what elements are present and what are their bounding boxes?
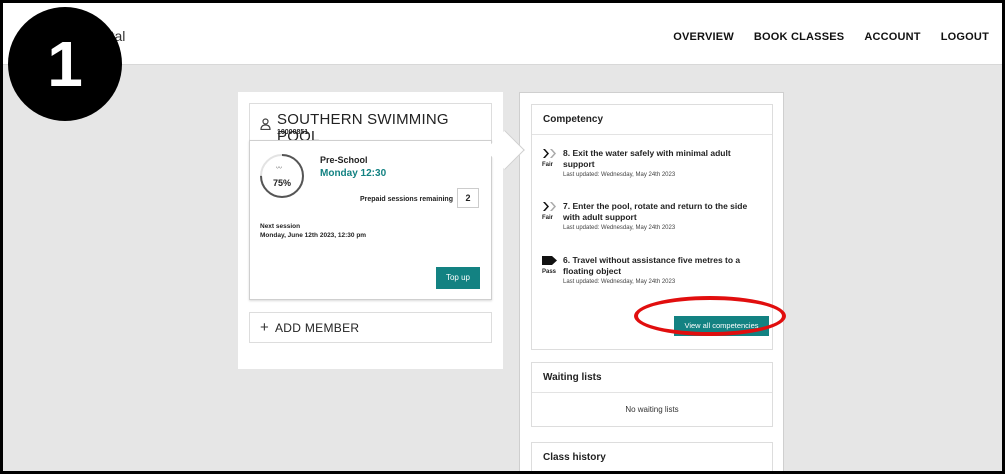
nav-book-classes[interactable]: BOOK CLASSES bbox=[754, 31, 844, 43]
nav-logout[interactable]: LOGOUT bbox=[941, 31, 989, 43]
waiting-lists-empty: No waiting lists bbox=[625, 405, 679, 414]
class-level: Pre-School bbox=[320, 155, 368, 165]
prepaid-sessions-label: Prepaid sessions remaining bbox=[360, 196, 453, 203]
swimmer-icon: 〰 bbox=[276, 166, 283, 172]
screenshot-frame: Leisure Portal OVERVIEW BOOK CLASSES ACC… bbox=[0, 0, 1005, 474]
competency-date: Last updated: Wednesday, May 24th 2023 bbox=[563, 225, 676, 231]
member-header: SOUTHERN SWIMMING POOL 10000851 bbox=[249, 103, 492, 145]
member-panel: SOUTHERN SWIMMING POOL 10000851 〰 75% Pr… bbox=[238, 92, 503, 369]
competency-text: 6. Travel without assistance five metres… bbox=[563, 255, 741, 276]
competency-date: Last updated: Wednesday, May 24th 2023 bbox=[563, 279, 676, 285]
pass-arrow-icon bbox=[542, 256, 557, 265]
progress-ring bbox=[260, 154, 304, 198]
member-id: 10000851 bbox=[277, 129, 309, 136]
nav-account[interactable]: ACCOUNT bbox=[864, 31, 920, 43]
nav-overview[interactable]: OVERVIEW bbox=[673, 31, 734, 43]
waiting-lists-title: Waiting lists bbox=[543, 372, 602, 383]
highlight-annotation bbox=[634, 296, 786, 336]
person-icon bbox=[260, 118, 271, 130]
class-history-title: Class history bbox=[543, 452, 606, 463]
main-nav: OVERVIEW BOOK CLASSES ACCOUNT LOGOUT bbox=[673, 31, 989, 43]
divider bbox=[532, 134, 772, 135]
fair-chevron-icon bbox=[543, 149, 556, 158]
class-history-card: Class history bbox=[531, 442, 773, 471]
competency-status: Fair bbox=[542, 215, 554, 221]
progress-percent: 75% bbox=[272, 178, 291, 188]
class-time[interactable]: Monday 12:30 bbox=[320, 168, 386, 179]
competency-status: Pass bbox=[542, 269, 557, 275]
top-up-button[interactable]: Top up bbox=[436, 267, 480, 289]
competency-title: Competency bbox=[543, 114, 604, 125]
competency-text: 7. Enter the pool, rotate and return to … bbox=[563, 201, 748, 222]
member-card[interactable]: 〰 75% Pre-School Monday 12:30 Prepaid se… bbox=[249, 140, 492, 300]
divider bbox=[532, 392, 772, 393]
competency-date: Last updated: Wednesday, May 24th 2023 bbox=[563, 172, 676, 178]
waiting-lists-card: Waiting lists No waiting lists bbox=[531, 362, 773, 427]
plus-icon: + bbox=[260, 319, 269, 336]
add-member-button[interactable]: + ADD MEMBER bbox=[249, 312, 492, 343]
top-bar: Leisure Portal OVERVIEW BOOK CLASSES ACC… bbox=[3, 3, 1002, 65]
details-panel: Competency Fair 8. Exit the water safely… bbox=[519, 92, 784, 471]
add-member-label: ADD MEMBER bbox=[275, 321, 360, 335]
competency-text: 8. Exit the water safely with minimal ad… bbox=[563, 148, 731, 169]
competency-status: Fair bbox=[542, 162, 554, 168]
next-session-label: Next session bbox=[260, 223, 301, 230]
prepaid-sessions-count: 2 bbox=[457, 188, 479, 208]
step-number-badge: 1 bbox=[8, 7, 122, 121]
fair-chevron-icon bbox=[543, 202, 556, 211]
next-session-value: Monday, June 12th 2023, 12:30 pm bbox=[260, 232, 367, 239]
